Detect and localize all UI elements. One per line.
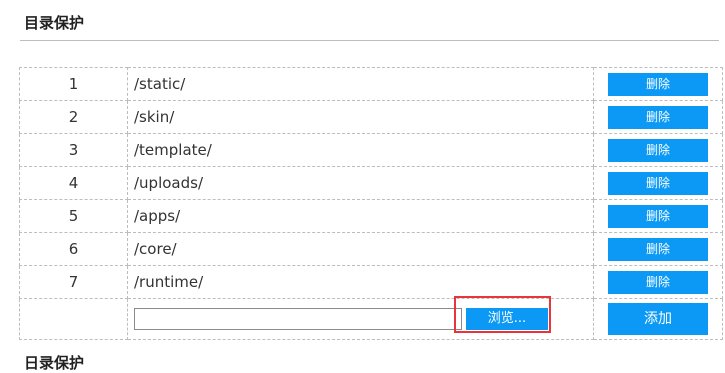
directory-path: /runtime/ (127, 265, 594, 299)
delete-button[interactable]: 删除 (608, 72, 708, 96)
input-cell: 浏览... (127, 298, 594, 340)
title-divider (20, 40, 719, 41)
row-number: 7 (19, 265, 128, 299)
delete-button[interactable]: 删除 (608, 171, 708, 195)
empty-cell (19, 298, 128, 340)
action-cell: 删除 (593, 232, 723, 266)
row-number: 3 (19, 133, 128, 167)
table-row: 2 /skin/ 删除 (19, 100, 723, 134)
delete-button[interactable]: 删除 (608, 270, 708, 294)
delete-button[interactable]: 删除 (608, 138, 708, 162)
row-number: 4 (19, 166, 128, 200)
delete-button[interactable]: 删除 (608, 237, 708, 261)
action-cell: 删除 (593, 166, 723, 200)
table-row: 6 /core/ 删除 (19, 232, 723, 266)
next-section-title: 日录保护 (24, 354, 85, 372)
directory-path: /core/ (127, 232, 594, 266)
directory-path: /template/ (127, 133, 594, 167)
action-cell: 删除 (593, 100, 723, 134)
directory-path: /static/ (127, 67, 594, 101)
table-row: 3 /template/ 删除 (19, 133, 723, 167)
action-cell: 删除 (593, 133, 723, 167)
table-row: 1 /static/ 删除 (19, 67, 723, 101)
delete-button[interactable]: 删除 (608, 105, 708, 129)
add-button[interactable]: 添加 (608, 303, 708, 335)
directory-path-input[interactable] (134, 308, 462, 330)
row-number: 5 (19, 199, 128, 233)
input-wrapper: 浏览... (128, 299, 593, 339)
delete-button[interactable]: 删除 (608, 204, 708, 228)
browse-button[interactable]: 浏览... (466, 308, 548, 330)
section-title: 目录保护 (24, 14, 85, 32)
table-row: 4 /uploads/ 删除 (19, 166, 723, 200)
table-row: 5 /apps/ 删除 (19, 199, 723, 233)
table-body: 1 /static/ 删除 2 /skin/ 删除 3 /template/ 删… (19, 67, 723, 340)
row-number: 6 (19, 232, 128, 266)
add-directory-row: 浏览... 添加 (19, 298, 723, 340)
row-number: 1 (19, 67, 128, 101)
directory-path: /uploads/ (127, 166, 594, 200)
row-number: 2 (19, 100, 128, 134)
protected-directory-table: 1 /static/ 删除 2 /skin/ 删除 3 /template/ 删… (19, 67, 723, 340)
directory-path: /apps/ (127, 199, 594, 233)
action-cell: 添加 (593, 298, 723, 340)
action-cell: 删除 (593, 67, 723, 101)
table-row: 7 /runtime/ 删除 (19, 265, 723, 299)
action-cell: 删除 (593, 199, 723, 233)
directory-path: /skin/ (127, 100, 594, 134)
action-cell: 删除 (593, 265, 723, 299)
